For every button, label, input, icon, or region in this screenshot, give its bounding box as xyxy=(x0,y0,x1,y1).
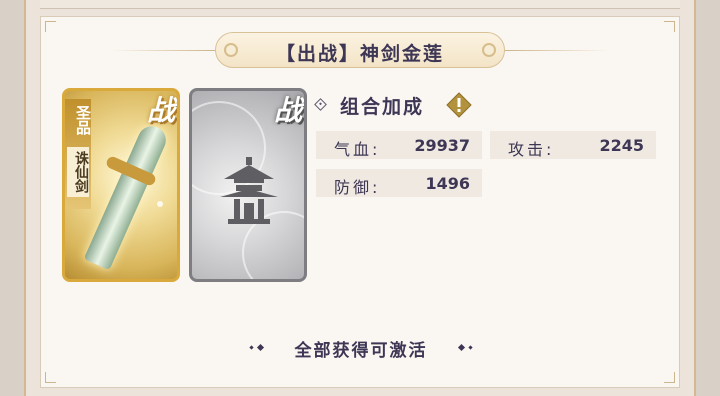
activation-hint-text: 全部获得可激活 xyxy=(294,341,428,361)
title-divider-right xyxy=(505,50,610,51)
battle-badge: 战 xyxy=(273,94,302,127)
rarity-label: 圣品 xyxy=(74,105,92,135)
corner-ornament xyxy=(664,21,675,32)
page-title: 【出战】神剑金莲 xyxy=(275,43,444,65)
stat-label: 防御: xyxy=(334,178,381,197)
pagoda-icon xyxy=(220,157,278,224)
stat-value: 29937 xyxy=(414,136,470,155)
corner-ornament xyxy=(45,372,56,383)
card-zhuxian-sword[interactable]: 圣品 诛仙剑 战 xyxy=(62,88,180,282)
sword-art xyxy=(83,121,171,271)
stat-attack: 攻击: 2245 xyxy=(490,131,656,159)
stat-value: 1496 xyxy=(425,174,470,193)
corner-ornament xyxy=(664,372,675,383)
stat-defense: 防御: 1496 xyxy=(316,169,482,197)
stat-label: 气血: xyxy=(334,140,381,159)
sparkle-icon xyxy=(157,201,163,207)
card-locked[interactable]: 战 xyxy=(189,88,307,282)
card-name: 诛仙剑 xyxy=(67,147,89,197)
corner-ornament xyxy=(45,21,56,32)
activation-hint: 全部获得可激活 xyxy=(249,336,473,361)
combo-bonus-title: 组合加成 xyxy=(340,96,425,118)
stat-label: 攻击: xyxy=(508,140,555,159)
top-strip xyxy=(40,0,680,9)
warning-icon[interactable] xyxy=(446,92,472,118)
battle-badge: 战 xyxy=(146,94,175,127)
title-banner: 【出战】神剑金莲 xyxy=(215,32,505,68)
stat-value: 2245 xyxy=(599,136,644,155)
title-divider-left xyxy=(110,50,215,51)
stat-hp: 气血: 29937 xyxy=(316,131,482,159)
